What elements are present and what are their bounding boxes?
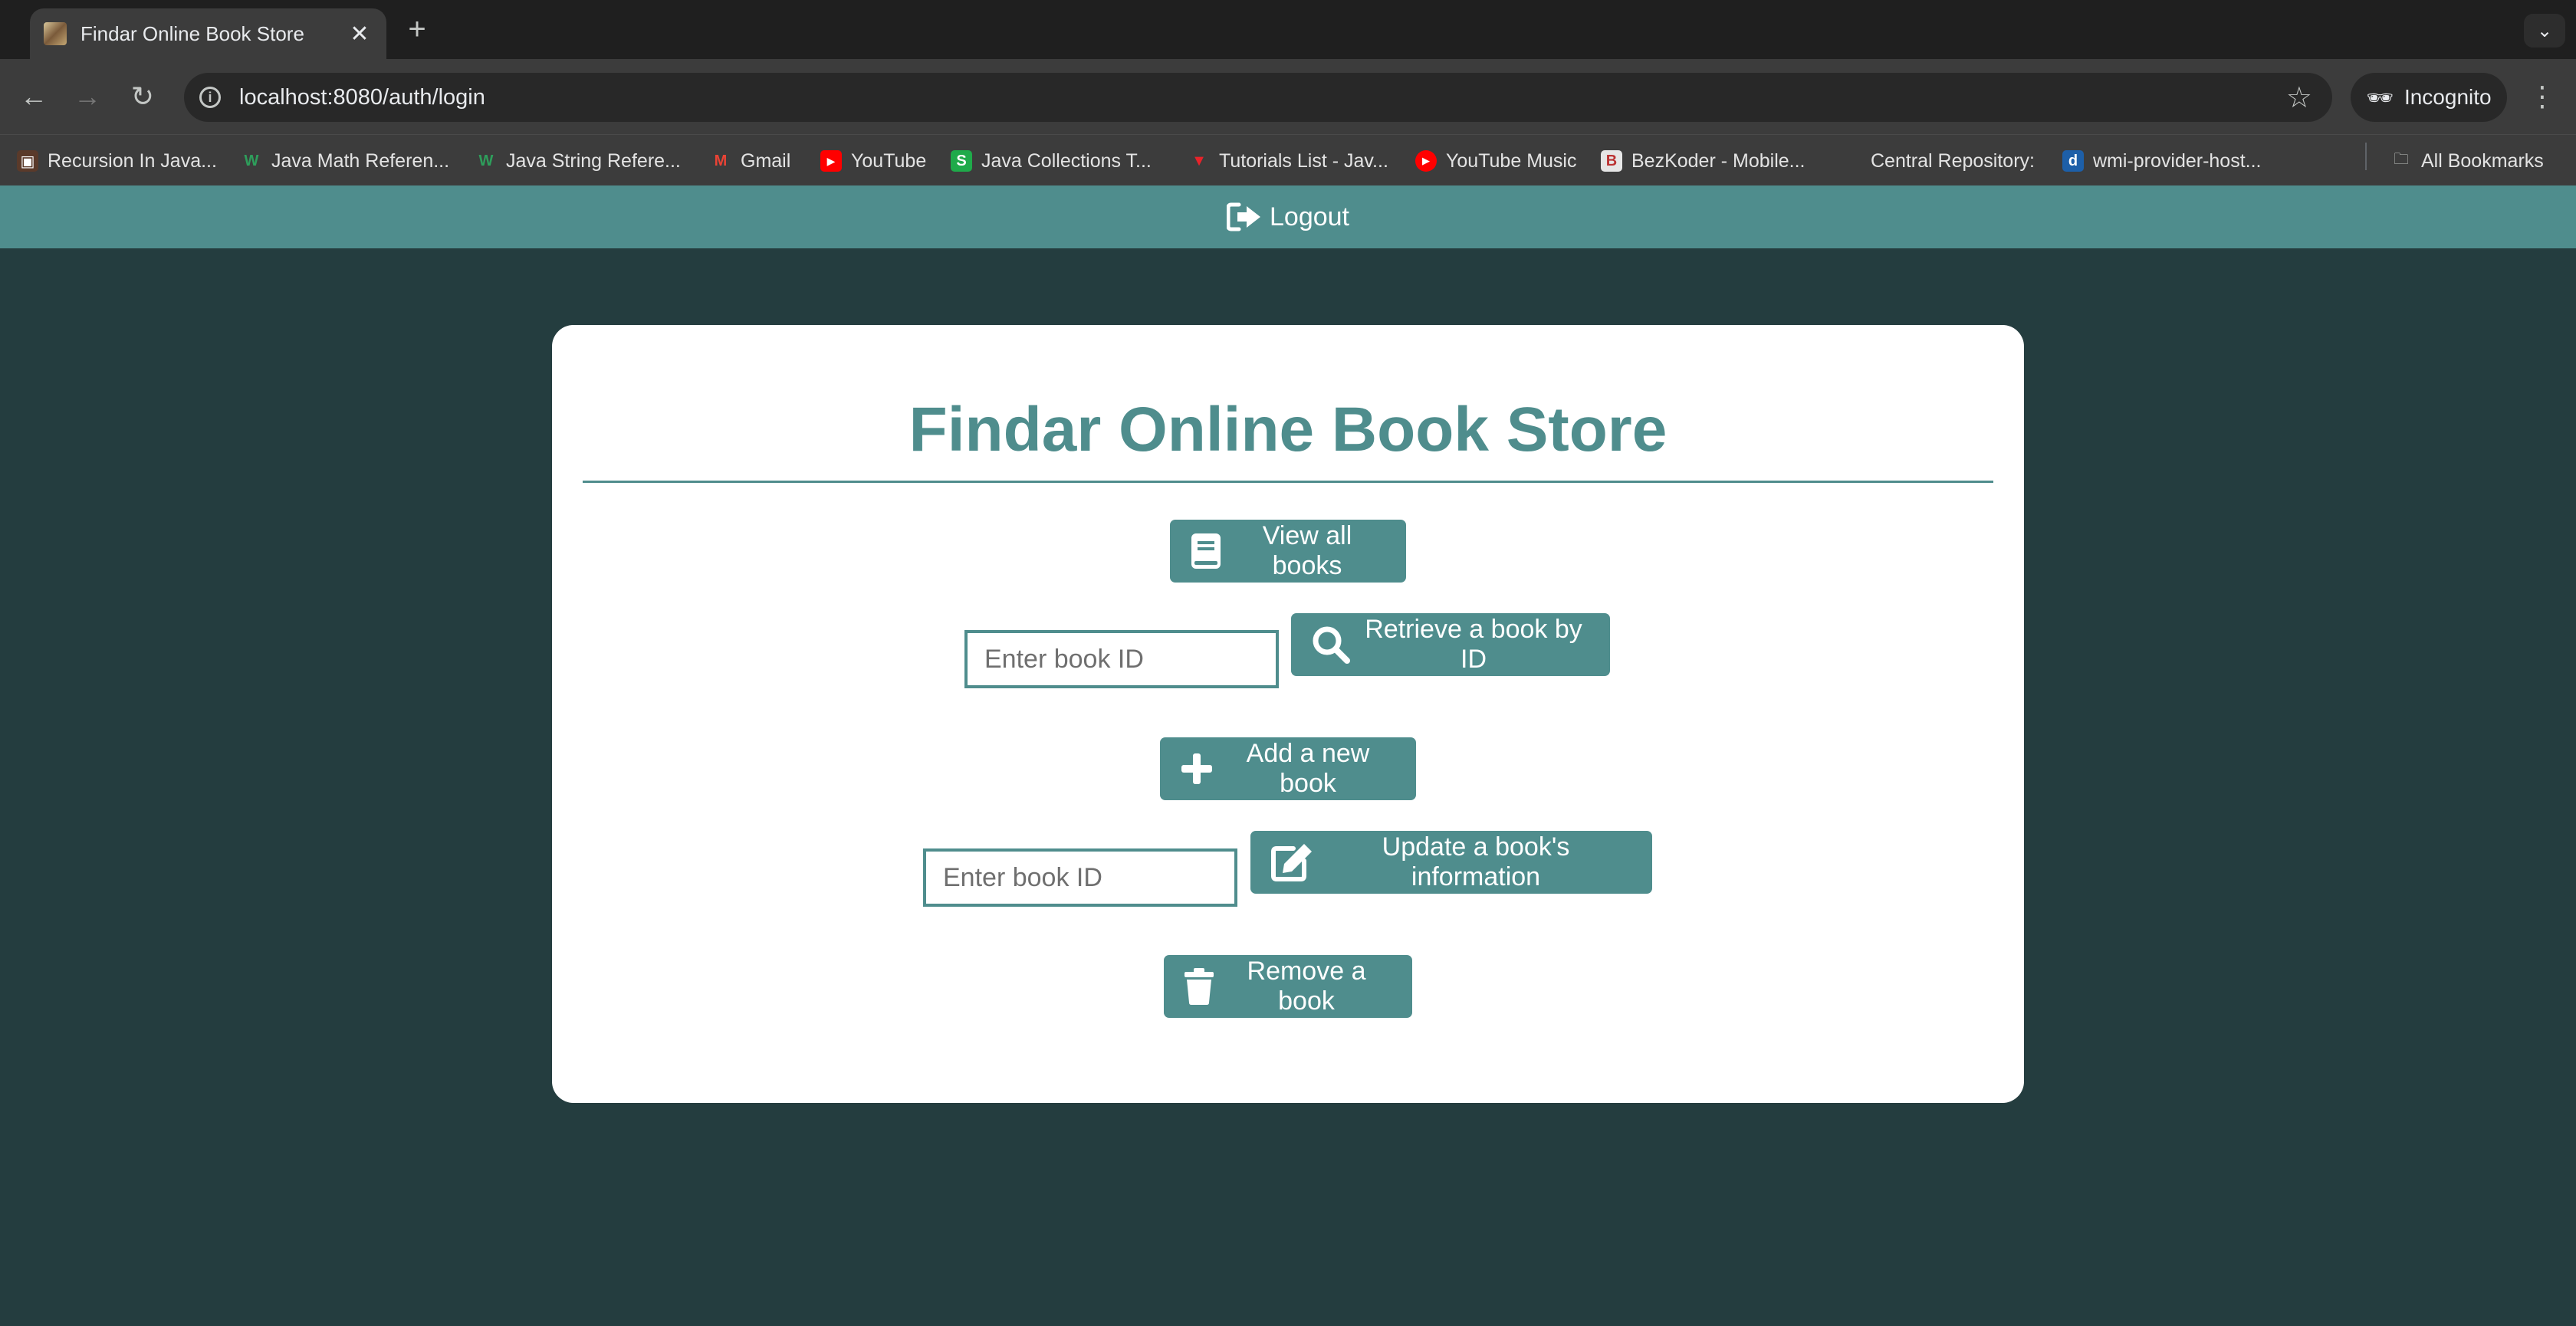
view-all-books-label: View all books <box>1262 521 1352 580</box>
add-book-label: Add a new book <box>1246 739 1370 798</box>
page-title: Findar Online Book Store <box>909 395 1668 464</box>
bookmarks-bar: ▣ Recursion In Java... W Java Math Refer… <box>0 134 2576 185</box>
bookmark-favicon-icon: ▼ <box>1191 152 1207 169</box>
all-bookmarks-label: All Bookmarks <box>2421 149 2544 172</box>
logout-button[interactable]: Logout <box>0 185 2576 248</box>
view-all-books-button[interactable]: View all books <box>1170 520 1406 583</box>
bookmark-favicon-icon: S <box>951 150 972 172</box>
book-icon <box>1191 533 1221 569</box>
folder-icon: 🗀 <box>2394 151 2409 168</box>
browser-menu-button[interactable]: ⋮ <box>2527 77 2558 117</box>
browser-tab-strip: Findar Online Book Store ✕ + ⌄ <box>0 0 2576 59</box>
back-button[interactable]: ← <box>14 77 54 117</box>
incognito-icon: 🕶 <box>2366 85 2394 110</box>
bookmarks-divider <box>2365 143 2367 170</box>
tab-title: Findar Online Book Store <box>80 21 304 45</box>
bookmark-label: YouTube Music <box>1446 149 1577 172</box>
bookmark-star-icon[interactable]: ☆ <box>2286 80 2312 115</box>
bookmark-label: wmi-provider-host... <box>2093 149 2262 172</box>
bookmark-item[interactable]: S Java Collections T... <box>951 146 1152 176</box>
retrieve-book-label: Retrieve a book by ID <box>1365 615 1582 674</box>
tab-search-button[interactable]: ⌄ <box>2524 14 2565 48</box>
sign-out-icon <box>1227 202 1260 231</box>
bookmark-label: YouTube <box>851 149 927 172</box>
bookmark-item[interactable]: Central Repository: <box>1871 146 2035 176</box>
remove-book-label: Remove a book <box>1247 957 1366 1016</box>
bookmark-item[interactable]: d wmi-provider-host... <box>2062 146 2262 176</box>
close-tab-icon[interactable]: ✕ <box>347 21 373 48</box>
url-text[interactable]: localhost:8080/auth/login <box>239 85 2286 110</box>
chevron-down-icon: ⌄ <box>2536 20 2553 41</box>
trash-icon <box>1184 968 1214 1005</box>
update-book-button[interactable]: Update a book's information <box>1250 831 1652 894</box>
retrieve-book-id-input[interactable] <box>964 630 1279 688</box>
logout-label: Logout <box>1270 202 1349 231</box>
retrieve-book-button[interactable]: Retrieve a book by ID <box>1291 613 1610 676</box>
bookmark-item[interactable]: ▣ Recursion In Java... <box>17 146 217 176</box>
bookmark-label: BezKoder - Mobile... <box>1631 149 1806 172</box>
bookmark-label: Central Repository: <box>1871 149 2035 172</box>
bookmark-label: Recursion In Java... <box>48 149 217 172</box>
update-book-label: Update a book's information <box>1382 832 1570 891</box>
bookmark-item[interactable]: M Gmail <box>710 146 791 176</box>
youtube-icon: ▶ <box>820 150 842 172</box>
bookmark-item[interactable]: W Java String Refere... <box>475 146 681 176</box>
plus-icon <box>1181 753 1212 784</box>
bookmark-item[interactable]: ▼ Tutorials List - Jav... <box>1188 146 1388 176</box>
title-divider <box>583 481 1993 483</box>
remove-book-button[interactable]: Remove a book <box>1164 955 1412 1018</box>
bookmark-item[interactable]: ▶ YouTube Music <box>1415 146 1576 176</box>
bookmark-label: Tutorials List - Jav... <box>1219 149 1388 172</box>
browser-tab[interactable]: Findar Online Book Store ✕ <box>30 8 386 59</box>
gmail-icon: M <box>714 152 728 169</box>
bookmark-item[interactable]: ▶ YouTube <box>820 146 926 176</box>
site-favicon-icon <box>44 22 67 45</box>
new-tab-button[interactable]: + <box>400 14 434 48</box>
bookmark-item[interactable]: B BezKoder - Mobile... <box>1601 146 1806 176</box>
bookmark-favicon-icon: W <box>478 152 494 169</box>
bookmark-item[interactable]: W Java Math Referen... <box>241 146 450 176</box>
main-card: Findar Online Book Store View all books … <box>552 325 2024 1103</box>
browser-toolbar: ← → ↻ i localhost:8080/auth/login ☆ 🕶 In… <box>0 59 2576 134</box>
incognito-label: Incognito <box>2404 85 2492 109</box>
bookmark-label: Java Math Referen... <box>271 149 450 172</box>
youtube-music-icon: ▶ <box>1415 150 1437 172</box>
bookmark-label: Java String Refere... <box>506 149 681 172</box>
bookmark-favicon-icon: d <box>2062 150 2084 172</box>
bookmark-label: Java Collections T... <box>981 149 1152 172</box>
update-book-id-input[interactable] <box>923 848 1237 907</box>
all-bookmarks-button[interactable]: 🗀 All Bookmarks <box>2390 146 2544 176</box>
search-icon <box>1313 626 1350 664</box>
edit-icon <box>1271 844 1312 881</box>
add-book-button[interactable]: Add a new book <box>1160 737 1416 800</box>
incognito-indicator[interactable]: 🕶 Incognito <box>2351 73 2507 122</box>
reload-button[interactable]: ↻ <box>123 77 163 117</box>
bookmark-label: Gmail <box>741 149 791 172</box>
address-bar[interactable]: i localhost:8080/auth/login ☆ <box>184 73 2332 122</box>
bookmark-favicon-icon: B <box>1601 150 1622 172</box>
forward-button[interactable]: → <box>67 77 107 117</box>
site-info-icon[interactable]: i <box>199 87 221 108</box>
bookmark-favicon-icon: ▣ <box>17 150 38 172</box>
bookmark-favicon-icon: W <box>244 152 259 169</box>
